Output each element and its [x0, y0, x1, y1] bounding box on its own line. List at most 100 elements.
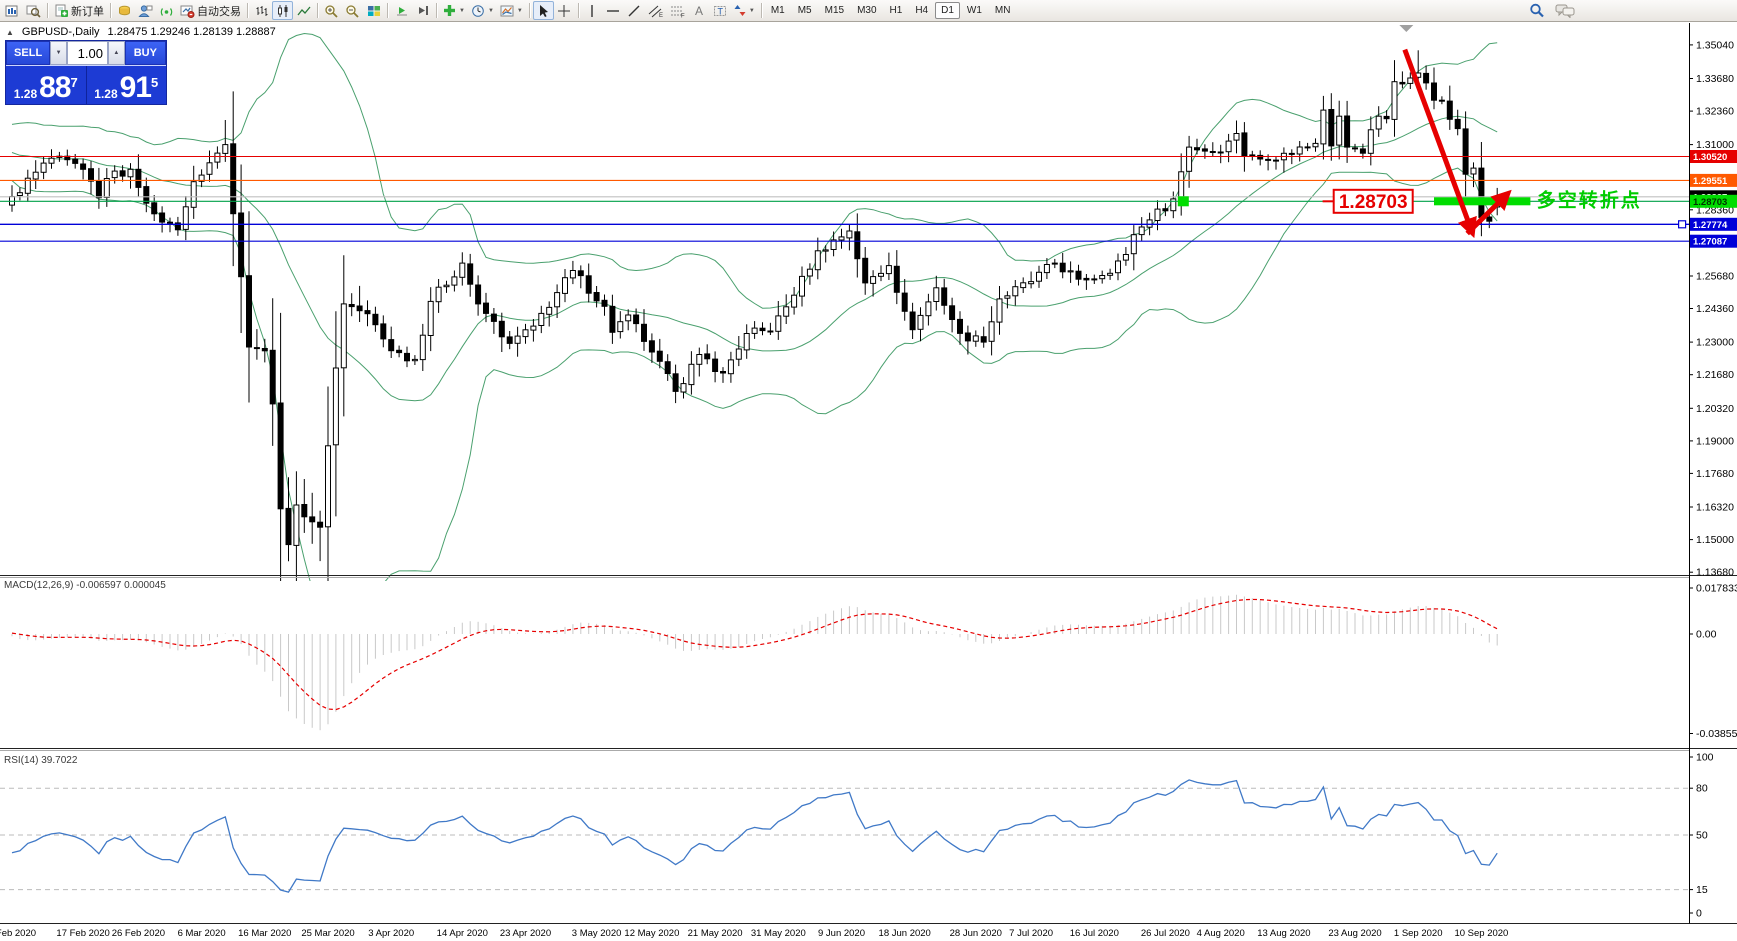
bar-chart-button[interactable] — [251, 1, 272, 20]
candle — [1060, 263, 1065, 272]
buy-price[interactable]: 1.28 91 5 — [87, 66, 167, 104]
vertical-line-icon — [586, 4, 598, 18]
deposit-button[interactable] — [114, 1, 135, 20]
text-label-button[interactable]: T — [710, 1, 731, 20]
zoom-in-button[interactable] — [321, 1, 342, 20]
candle — [847, 231, 852, 238]
community-chat-icon[interactable] — [1555, 3, 1575, 18]
volume-decrease-button[interactable]: ▼ — [50, 41, 67, 65]
candle — [444, 285, 449, 287]
candle — [412, 359, 417, 360]
tile-windows-button[interactable] — [363, 1, 384, 20]
candle — [539, 313, 544, 325]
candle — [626, 315, 631, 321]
search-icon[interactable] — [1529, 3, 1545, 18]
volume-input[interactable] — [67, 41, 108, 65]
arrows-button[interactable]: ▼ — [731, 1, 758, 20]
timeframe-m1[interactable]: M1 — [765, 2, 791, 19]
timeframe-m15[interactable]: M15 — [819, 2, 850, 19]
date-tick: 16 Mar 2020 — [238, 928, 291, 939]
spin-up-icon: ▲ — [113, 50, 119, 56]
candle — [681, 384, 686, 392]
candle — [262, 349, 267, 351]
sell-button[interactable]: SELL — [6, 41, 50, 65]
vertical-line-button[interactable] — [582, 1, 603, 20]
collapse-arrow-icon[interactable]: ▲ — [6, 28, 14, 37]
candlestick-icon — [276, 4, 290, 18]
indicators-button[interactable]: ▼ — [440, 1, 468, 20]
timeframe-d1[interactable]: D1 — [935, 2, 960, 19]
buy-button[interactable]: BUY — [125, 41, 166, 65]
autotrading-label: 自动交易 — [197, 3, 241, 19]
autotrading-button[interactable]: 自动交易 — [177, 1, 244, 20]
candle — [1313, 143, 1318, 146]
volume-increase-button[interactable]: ▲ — [108, 41, 125, 65]
price-tick: 1.20320 — [1696, 403, 1734, 415]
equidistant-channel-button[interactable]: E — [645, 1, 667, 20]
timeframe-m30[interactable]: M30 — [851, 2, 882, 19]
mt4-window: 1.28703多空转折点1.350401.336801.323601.31000… — [0, 0, 1737, 941]
channel-icon: E — [648, 4, 664, 18]
date-tick: 26 Feb 2020 — [112, 928, 165, 939]
signals-button[interactable] — [156, 1, 177, 20]
toolbar-right-icons — [1529, 3, 1575, 18]
timeframe-mn[interactable]: MN — [989, 2, 1017, 19]
candle — [1195, 148, 1200, 150]
profiles-button[interactable] — [23, 1, 44, 20]
price-tick: 1.23000 — [1696, 337, 1734, 349]
candle — [310, 517, 315, 522]
candle — [555, 293, 560, 307]
rsi-tick: 100 — [1696, 752, 1714, 764]
periods-button[interactable]: ▼ — [468, 1, 497, 20]
timeframe-h1[interactable]: H1 — [884, 2, 909, 19]
horizontal-line-button[interactable] — [603, 1, 624, 20]
one-click-trading-panel: SELL ▼ ▲ BUY 1.28 88 7 1.28 91 5 — [5, 40, 167, 105]
candle — [547, 307, 552, 314]
cursor-button[interactable] — [533, 1, 554, 20]
trendline-button[interactable] — [624, 1, 645, 20]
rsi-tick: 0 — [1696, 908, 1702, 920]
horizontal-line-icon — [606, 4, 620, 18]
templates-button[interactable]: ▼ — [497, 1, 526, 20]
new-chart-button[interactable] — [2, 1, 23, 20]
chart-shift-button[interactable] — [412, 1, 433, 20]
candle — [642, 324, 647, 341]
auto-scroll-button[interactable] — [391, 1, 412, 20]
candle — [223, 145, 228, 154]
gold-coins-icon — [117, 4, 132, 18]
candle — [1455, 119, 1460, 128]
candle — [1179, 172, 1184, 199]
chart-canvas[interactable]: 1.28703多空转折点1.350401.336801.323601.31000… — [0, 0, 1737, 941]
date-tick: 17 Feb 2020 — [56, 928, 109, 939]
candle — [1076, 271, 1081, 279]
candle — [823, 250, 828, 251]
candle — [1400, 82, 1405, 84]
date-tick: 9 Jun 2020 — [818, 928, 865, 939]
svg-text:1.29551: 1.29551 — [1693, 176, 1728, 187]
crosshair-button[interactable] — [554, 1, 575, 20]
candlestick-chart-button[interactable] — [272, 1, 293, 20]
new-order-button[interactable]: 新订单 — [51, 1, 107, 20]
candle — [365, 311, 370, 314]
candle — [594, 293, 599, 301]
text-button[interactable]: A — [689, 1, 710, 20]
timeframe-m5[interactable]: M5 — [792, 2, 818, 19]
open-account-button[interactable] — [135, 1, 156, 20]
candle — [886, 266, 891, 274]
zoom-out-button[interactable] — [342, 1, 363, 20]
chart-title: ▲ GBPUSD-,Daily 1.28475 1.29246 1.28139 … — [6, 26, 276, 38]
fibonacci-button[interactable]: F — [667, 1, 689, 20]
timeframe-h4[interactable]: H4 — [909, 2, 934, 19]
sell-price[interactable]: 1.28 88 7 — [6, 66, 87, 104]
candle — [1250, 155, 1255, 156]
timeframe-w1[interactable]: W1 — [961, 2, 988, 19]
candle — [1471, 168, 1476, 174]
candle — [839, 237, 844, 240]
sell-price-base: 1.28 — [14, 87, 37, 101]
line-chart-button[interactable] — [293, 1, 314, 20]
candle — [800, 276, 805, 296]
candle — [1108, 273, 1113, 275]
candle — [81, 164, 86, 169]
toolbar-separator — [110, 3, 111, 18]
line-selection-handle — [1679, 221, 1686, 228]
